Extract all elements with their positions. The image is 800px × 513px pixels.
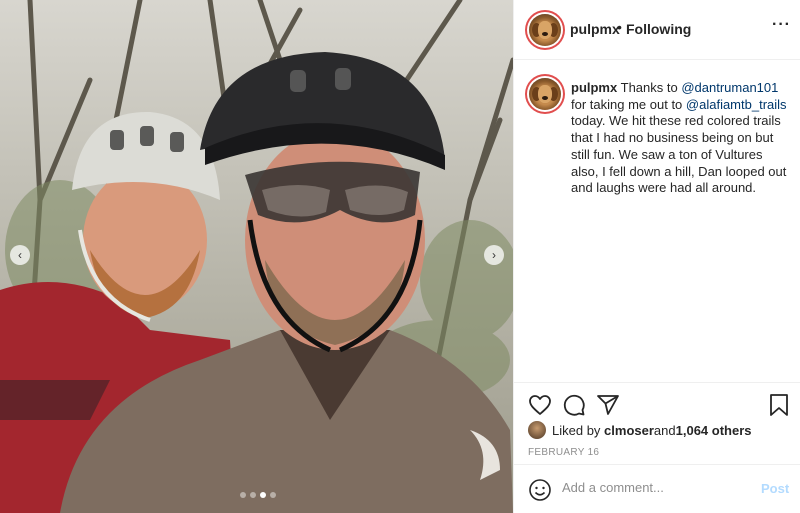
heart-icon[interactable] [528,393,552,417]
caption-section: pulpmx Thanks to @dantruman101 for takin… [514,60,800,382]
comment-input[interactable] [562,480,752,495]
post-actions: Liked by clmoser and 1,064 others FEBRUA… [514,382,800,513]
post-comment-button[interactable]: Post [761,481,789,496]
carousel-next-button[interactable]: › [484,245,504,265]
mention-link[interactable]: @dantruman101 [681,80,778,95]
post-date[interactable]: FEBRUARY 16 [528,447,599,458]
chevron-left-icon: ‹ [18,248,22,262]
carousel-dot [250,492,256,498]
likes-summary: Liked by clmoser and 1,064 others [528,421,752,439]
post-sidebar: pulpmx • Following ··· pulpmx Thanks to … [513,0,800,513]
caption-text: pulpmx Thanks to @dantruman101 for takin… [571,80,789,197]
post-photo[interactable]: ‹ › [0,0,513,513]
add-comment-bar: Post [514,464,800,513]
caption-text-part: today. We hit these red colored trails t… [571,113,787,196]
chevron-right-icon: › [492,248,496,262]
likes-prefix: Liked by [552,422,601,438]
following-button[interactable]: Following [626,21,691,37]
carousel-dot [270,492,276,498]
caption-username-link[interactable]: pulpmx [571,80,617,95]
mention-link[interactable]: @alafiamtb_trails [686,97,787,112]
carousel-prev-button[interactable]: ‹ [10,245,30,265]
post-image [0,0,513,513]
bookmark-icon[interactable] [768,393,790,417]
comment-icon[interactable] [562,393,586,417]
liker-username-link[interactable]: clmoser [604,423,654,438]
caption-text-part: for taking me out to [571,96,686,112]
avatar[interactable] [529,14,561,46]
likes-count-link[interactable]: 1,064 others [676,423,752,438]
post-header: pulpmx • Following ··· [514,0,800,60]
separator-dot: • [617,19,622,35]
carousel-dot-active [260,492,266,498]
likes-middle: and [653,422,676,438]
carousel-indicator [240,492,276,498]
share-icon[interactable] [596,393,620,417]
more-horizontal-icon[interactable]: ··· [772,16,791,34]
emoji-icon[interactable] [528,478,552,502]
avatar[interactable] [529,78,561,110]
liker-avatar[interactable] [528,421,546,439]
caption-text-part: Thanks to [620,80,682,95]
carousel-dot [240,492,246,498]
username-link[interactable]: pulpmx [570,21,620,37]
